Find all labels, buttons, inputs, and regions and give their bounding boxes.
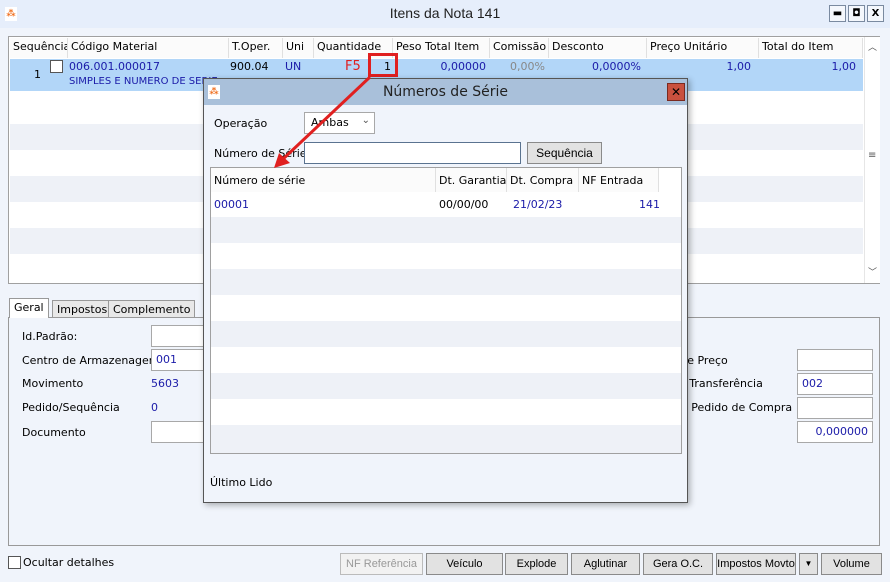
arrow-line [280, 75, 372, 162]
tab-geral[interactable]: Geral [9, 298, 49, 318]
annotation-arrow [274, 75, 372, 168]
